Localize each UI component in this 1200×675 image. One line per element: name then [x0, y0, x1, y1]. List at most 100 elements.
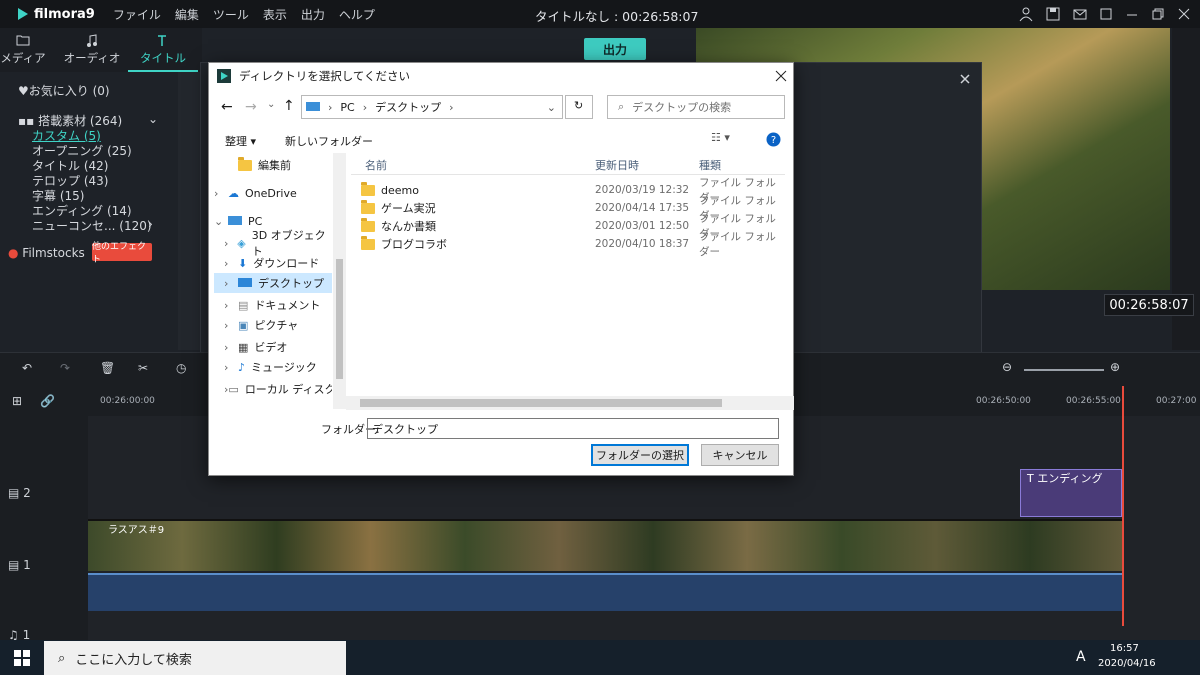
account-icon[interactable]	[1018, 6, 1034, 22]
restore-icon[interactable]	[1150, 6, 1166, 22]
recent-dropdown-icon[interactable]: ⌄	[267, 99, 275, 110]
select-folder-button[interactable]: フォルダーの選択	[591, 444, 689, 466]
view-options-icon[interactable]: ☷ ▾	[711, 131, 730, 144]
chevron-down-icon: ⌄	[214, 214, 224, 228]
windows-start-icon[interactable]	[14, 649, 30, 666]
menu-tools[interactable]: ツール	[213, 6, 249, 23]
back-icon[interactable]: ←	[221, 99, 233, 115]
organize-menu[interactable]: 整理 ▾	[225, 133, 256, 149]
undo-icon[interactable]: ↶	[22, 361, 32, 375]
menu-file[interactable]: ファイル	[113, 6, 161, 23]
app-logo: filmora9	[16, 7, 95, 22]
ruler-label: 00:26:00:00	[100, 396, 155, 406]
ime-indicator[interactable]: A	[1076, 649, 1086, 665]
scrollbar-thumb[interactable]	[336, 259, 343, 379]
breadcrumb-desktop[interactable]: デスクトップ	[375, 99, 441, 115]
menu-help[interactable]: ヘルプ	[339, 6, 375, 23]
tree-item-desktop[interactable]: › デスクトップ	[214, 273, 332, 293]
filmstocks-item[interactable]: ● Filmstocks	[8, 246, 85, 260]
column-date[interactable]: 更新日時	[595, 157, 639, 173]
file-row[interactable]: ブログコラボ 2020/04/10 18:37 ファイル フォルダー	[361, 231, 781, 258]
menu-view[interactable]: 表示	[263, 6, 287, 23]
tree-item-3d-objects[interactable]: › ◈ 3D オブジェクト	[214, 229, 332, 258]
close-icon[interactable]	[775, 70, 787, 82]
folder-input[interactable]: デスクトップ	[367, 418, 779, 439]
add-track-icon[interactable]: ⊞	[12, 394, 22, 408]
export-button[interactable]: 出力	[584, 38, 646, 60]
address-bar[interactable]: › PC › デスクトップ › ⌄	[301, 95, 563, 119]
tree-item-videos[interactable]: › ▦ ビデオ	[214, 337, 332, 357]
text-icon	[158, 35, 166, 46]
close-icon[interactable]	[959, 73, 971, 85]
tree-item-documents[interactable]: › ▤ ドキュメント	[214, 295, 332, 315]
notification-icon[interactable]	[1098, 6, 1114, 22]
help-icon[interactable]: ?	[766, 132, 781, 147]
breadcrumb-pc[interactable]: PC	[340, 101, 354, 114]
zoom-slider[interactable]	[1024, 369, 1104, 371]
forward-icon[interactable]: →	[245, 99, 257, 115]
video-clip[interactable]: ラスアス＃9	[88, 519, 1124, 571]
ending-title-clip[interactable]: T エンディング	[1020, 469, 1122, 517]
save-icon[interactable]	[1045, 6, 1061, 22]
folder-search-input[interactable]: ⌕ デスクトップの検索	[607, 95, 785, 119]
navigation-scrollbar[interactable]	[333, 153, 346, 409]
minimize-icon[interactable]	[1124, 6, 1140, 22]
track-headers: ⊞ 🔗 ▤ 2 ▤ 1 ♫ 1	[0, 386, 88, 642]
menu-edit[interactable]: 編集	[175, 6, 199, 23]
dialog-title-bar: ディレクトリを選択してください	[209, 63, 793, 89]
search-icon: ⌕	[58, 650, 66, 666]
track-number: 2	[23, 486, 31, 500]
scrollbar-thumb[interactable]	[360, 399, 722, 407]
file-name: ブログコラボ	[381, 238, 447, 251]
tab-titles[interactable]: タイトル	[128, 34, 198, 72]
tree-item-local-disk[interactable]: ›▭ローカル ディスク (C	[214, 379, 332, 399]
tree-item-onedrive[interactable]: › ☁ OneDrive	[214, 183, 332, 203]
chevron-down-icon[interactable]: ⌄	[547, 101, 556, 114]
audio-waveform-clip[interactable]	[88, 573, 1124, 611]
tab-audio[interactable]: オーディオ	[57, 34, 127, 66]
up-icon[interactable]: ↑	[283, 98, 295, 114]
tree-item-downloads[interactable]: › ⬇ ダウンロード	[214, 253, 332, 273]
tree-label: ローカル ディスク (C	[244, 383, 332, 396]
chevron-right-icon[interactable]: ›	[148, 217, 153, 231]
playhead[interactable]	[1122, 386, 1124, 626]
chevron-down-icon[interactable]: ⌄	[148, 112, 158, 126]
column-type[interactable]: 種類	[699, 157, 721, 173]
folder-icon	[361, 181, 375, 196]
zoom-in-icon[interactable]: ⊕	[1110, 360, 1120, 374]
taskbar-search[interactable]: ⌕ ここに入力して検索	[44, 641, 346, 675]
close-icon[interactable]	[1176, 6, 1192, 22]
more-effects-badge[interactable]: 他のエフェクト	[92, 242, 152, 265]
tree-label: デスクトップ	[258, 277, 324, 290]
refresh-button[interactable]: ↻	[565, 95, 593, 119]
new-folder-button[interactable]: 新しいフォルダー	[285, 133, 373, 149]
tree-item-edit-before[interactable]: 編集前	[214, 155, 332, 175]
music-note-icon	[87, 34, 97, 47]
folder-icon	[361, 235, 375, 250]
clock-date[interactable]: 2020/04/16	[1098, 658, 1156, 669]
file-list-scrollbar[interactable]	[346, 396, 794, 410]
redo-icon[interactable]: ↷	[60, 361, 70, 375]
tab-media[interactable]: メディア	[0, 34, 58, 66]
delete-icon[interactable]: 🗑	[100, 361, 115, 375]
cancel-button[interactable]: キャンセル	[701, 444, 779, 466]
tree-item-pictures[interactable]: › ▣ ピクチャ	[214, 315, 332, 335]
tree-label: ビデオ	[254, 341, 288, 354]
chevron-right-icon: ›	[224, 360, 229, 374]
zoom-out-icon[interactable]: ⊖	[1002, 360, 1012, 374]
favorites-item[interactable]: ♥お気に入り (0)	[18, 82, 110, 99]
tree-item-music[interactable]: › ♪ ミュージック	[214, 357, 332, 377]
link-icon[interactable]: 🔗	[40, 394, 55, 408]
clock-time[interactable]: 16:57	[1110, 643, 1139, 654]
chevron-right-icon: ›	[224, 276, 229, 290]
clock-icon[interactable]: ◷	[176, 361, 186, 375]
menu-export[interactable]: 出力	[301, 6, 325, 23]
menu-bar: ファイル 編集 ツール 表示 出力 ヘルプ	[113, 6, 375, 23]
chevron-right-icon: ›	[224, 318, 229, 332]
mail-icon[interactable]	[1072, 6, 1088, 22]
organize-label: 整理	[225, 135, 247, 148]
library-item-new-concept[interactable]: ニューコンセ... (120)	[32, 217, 152, 234]
cut-icon[interactable]: ✂	[138, 361, 148, 375]
chevron-right-icon: ›	[362, 100, 368, 114]
column-name[interactable]: 名前	[365, 157, 387, 173]
